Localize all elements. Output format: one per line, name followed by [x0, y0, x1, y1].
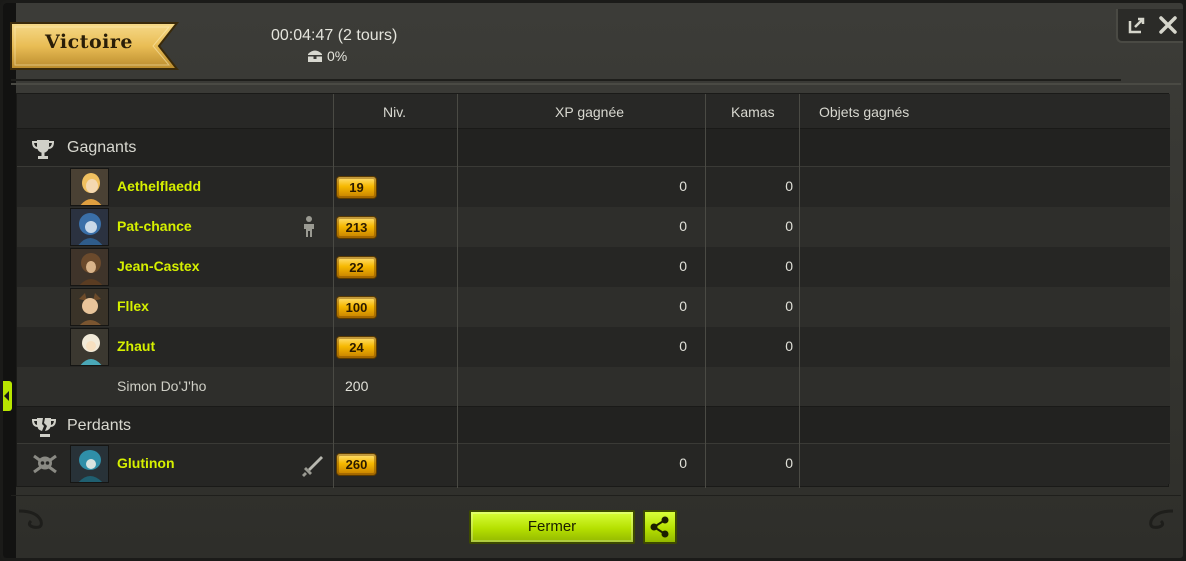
kamas-value: 0 — [785, 298, 793, 314]
popout-icon[interactable] — [1127, 15, 1149, 37]
xp-value: 0 — [679, 298, 687, 314]
table-row[interactable]: Fllex 100 0 0 — [17, 287, 1170, 327]
column-divider — [799, 94, 800, 488]
player-name: Glutinon — [117, 455, 175, 471]
group-losers: Perdants — [17, 406, 1170, 444]
table-row[interactable]: Simon Do'J'ho 200 — [17, 367, 1170, 407]
left-edge — [3, 3, 16, 558]
avatar — [70, 288, 109, 326]
xp-value: 0 — [679, 338, 687, 354]
level-badge: 22 — [336, 256, 377, 279]
col-items: Objets gagnés — [819, 104, 910, 120]
share-icon — [650, 516, 669, 538]
column-divider — [457, 94, 458, 488]
table-row[interactable]: Aethelflaedd 19 0 0 — [17, 167, 1170, 207]
xp-value: 0 — [679, 178, 687, 194]
kamas-value: 0 — [785, 218, 793, 234]
result-title: Victoire — [45, 31, 133, 53]
corner-ornament — [1149, 509, 1174, 529]
kamas-value: 0 — [785, 338, 793, 354]
xp-value: 0 — [679, 218, 687, 234]
level-badge: 24 — [336, 336, 377, 359]
kamas-value: 0 — [785, 178, 793, 194]
monster-level: 200 — [345, 378, 369, 394]
avatar — [70, 208, 109, 246]
fight-duration: 00:04:47 (2 tours) — [271, 27, 398, 44]
bonus-value: 0% — [327, 48, 348, 64]
avatar — [70, 328, 109, 366]
chest-bonus: 0% — [307, 48, 347, 64]
player-name: Aethelflaedd — [117, 178, 202, 194]
col-level: Niv. — [383, 104, 407, 120]
skull-crossbones-icon — [31, 453, 57, 475]
sword-icon — [301, 454, 323, 478]
player-name: Fllex — [117, 298, 149, 314]
side-expand-tab[interactable] — [3, 381, 12, 411]
column-divider — [333, 94, 334, 488]
avatar — [70, 168, 109, 206]
fight-results-window: Victoire 00:04:47 (2 tours) 0% Niv. XP g… — [0, 0, 1186, 561]
avatar — [70, 445, 109, 483]
result-ribbon: Victoire — [9, 21, 180, 71]
col-kamas: Kamas — [731, 104, 775, 120]
column-divider — [705, 94, 706, 488]
results-table: Niv. XP gagnée Kamas Objets gagnés Gagna… — [16, 93, 1170, 488]
xp-value: 0 — [679, 455, 687, 471]
monster-name: Simon Do'J'ho — [117, 378, 207, 394]
table-row[interactable]: Pat-chance 213 0 0 — [17, 207, 1170, 247]
broken-trophy-icon — [31, 416, 57, 438]
level-badge: 100 — [336, 296, 377, 319]
kamas-value: 0 — [785, 258, 793, 274]
level-badge: 19 — [336, 176, 377, 199]
trophy-icon — [31, 138, 55, 160]
level-badge: 260 — [336, 453, 377, 476]
table-row[interactable]: Zhaut 24 0 0 — [17, 327, 1170, 367]
table-row[interactable]: Jean-Castex 22 0 0 — [17, 247, 1170, 287]
chest-icon — [307, 49, 323, 63]
col-xp: XP gagnée — [555, 104, 625, 120]
table-header-row: Niv. XP gagnée Kamas Objets gagnés — [17, 94, 1170, 128]
player-name: Pat-chance — [117, 218, 192, 234]
close-results-button[interactable]: Fermer — [469, 510, 635, 544]
corner-ornament — [18, 509, 43, 529]
player-name: Zhaut — [117, 338, 156, 354]
player-name: Jean-Castex — [117, 258, 200, 274]
table-row[interactable]: Glutinon 260 0 0 — [17, 444, 1170, 484]
close-icon[interactable] — [1158, 15, 1180, 37]
share-button[interactable] — [643, 510, 677, 544]
window-controls — [1116, 9, 1183, 43]
person-icon — [299, 215, 319, 239]
kamas-value: 0 — [785, 455, 793, 471]
xp-value: 0 — [679, 258, 687, 274]
group-winners-label: Gagnants — [67, 139, 137, 156]
group-losers-label: Perdants — [67, 417, 132, 434]
group-winners: Gagnants — [17, 128, 1170, 167]
level-badge: 213 — [336, 216, 377, 239]
avatar — [70, 248, 109, 286]
